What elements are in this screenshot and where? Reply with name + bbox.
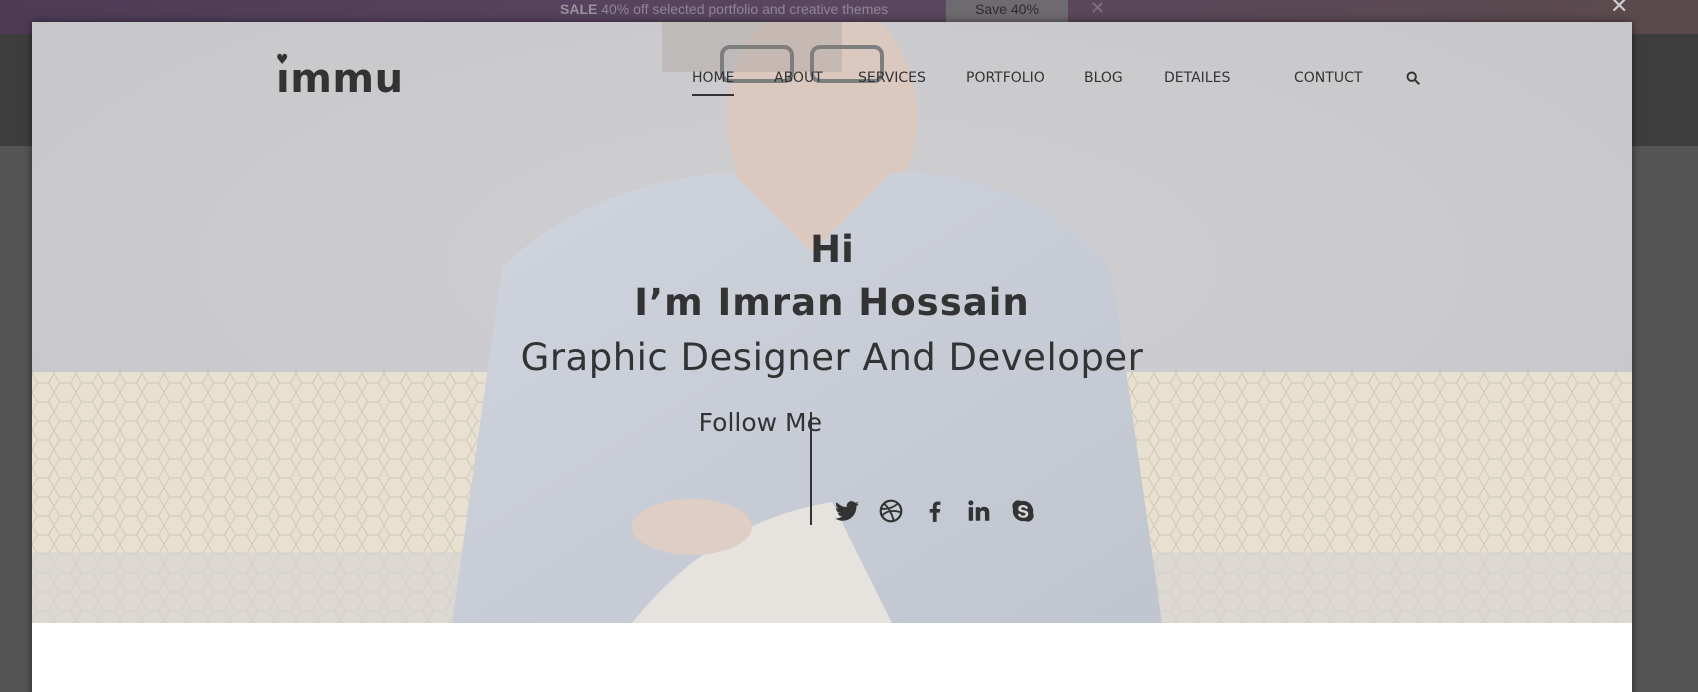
nav-services[interactable]: SERVICES	[858, 70, 926, 86]
promo-close-icon[interactable]: ✕	[1090, 0, 1105, 19]
linkedin-icon[interactable]	[966, 498, 992, 524]
nav-portfolio[interactable]: PORTFOLIO	[966, 70, 1045, 86]
dribbble-icon[interactable]	[878, 498, 904, 524]
content-area	[32, 623, 1632, 692]
skype-icon[interactable]	[1010, 498, 1036, 524]
nav-about[interactable]: ABOUT	[774, 70, 823, 86]
logo-text: mmu	[290, 56, 404, 102]
nav-contuct[interactable]: CONTUCT	[1294, 70, 1362, 86]
search-icon[interactable]	[1406, 70, 1422, 88]
promo-sale-word: SALE	[560, 1, 598, 17]
hero-greeting: Hi	[810, 228, 854, 271]
site-logo[interactable]: ımmu	[276, 56, 404, 102]
nav-home[interactable]: HOME	[692, 70, 735, 96]
promo-text: SALE 40% off selected portfolio and crea…	[560, 0, 888, 18]
hero-name: I’m Imran Hossain	[634, 281, 1030, 324]
preview-modal: ♥ ımmu HOME ABOUT SERVICES PORTFOLIO BLO…	[32, 22, 1632, 692]
save-40-button[interactable]: Save 40%	[946, 0, 1068, 22]
hero-role: Graphic Designer And Developer	[520, 336, 1144, 379]
modal-close-icon[interactable]: ✕	[1610, 0, 1628, 19]
twitter-icon[interactable]	[834, 498, 860, 524]
follow-divider	[810, 412, 812, 525]
nav-detailes[interactable]: DETAILES	[1164, 70, 1230, 86]
promo-message: 40% off selected portfolio and creative …	[601, 1, 889, 17]
nav-blog[interactable]: BLOG	[1084, 70, 1123, 86]
facebook-icon[interactable]	[922, 498, 948, 524]
hero-section: ♥ ımmu HOME ABOUT SERVICES PORTFOLIO BLO…	[32, 22, 1632, 623]
follow-me-label: Follow Me	[698, 408, 822, 437]
